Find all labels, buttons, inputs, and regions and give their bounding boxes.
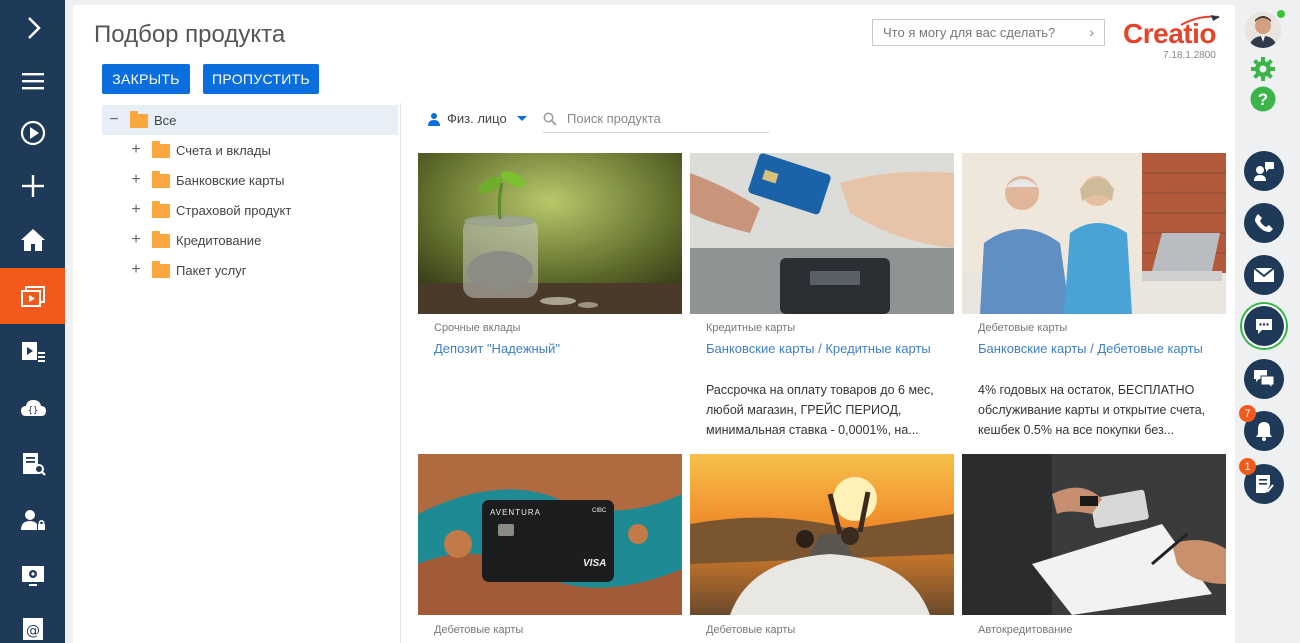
tree-item-lending[interactable]: + Кредитование xyxy=(102,225,398,255)
client-type-dropdown[interactable]: Физ. лицо xyxy=(427,111,527,126)
product-search-input[interactable]: Поиск продукта xyxy=(543,111,769,133)
search-icon xyxy=(543,112,557,126)
skip-button[interactable]: ПРОПУСТИТЬ xyxy=(203,64,319,94)
gear-icon[interactable] xyxy=(1250,56,1276,87)
folder-icon xyxy=(152,201,170,218)
tree-item-bank-cards[interactable]: + Банковские карты xyxy=(102,165,398,195)
collapse-icon[interactable]: − xyxy=(108,112,120,128)
card-network-label: VISA xyxy=(583,558,607,569)
product-card[interactable]: Автокредитование xyxy=(962,454,1226,643)
play-icon[interactable] xyxy=(0,105,65,161)
creatio-logo: Creatio xyxy=(1123,15,1220,50)
notifications-badge: 7 xyxy=(1239,405,1256,422)
right-bar: ? 7 1 xyxy=(1237,0,1300,643)
logo-swoosh-icon xyxy=(1180,15,1220,26)
expand-nav-icon[interactable] xyxy=(0,0,65,56)
help-icon[interactable]: ? xyxy=(1250,86,1276,117)
product-image xyxy=(690,454,954,615)
tree-item-label: Счета и вклады xyxy=(176,142,271,158)
tree-item-label: Страховой продукт xyxy=(176,202,292,218)
online-status-indicator xyxy=(1277,10,1285,18)
folder-icon xyxy=(152,231,170,248)
close-button[interactable]: ЗАКРЫТЬ xyxy=(102,64,190,94)
person-icon xyxy=(428,112,440,126)
page-title: Подбор продукта xyxy=(94,21,286,48)
tasks-badge: 1 xyxy=(1239,458,1256,475)
version-label: 7.18.1.2800 xyxy=(1163,50,1216,61)
product-category: Кредитные карты xyxy=(706,322,796,334)
chevron-right-icon[interactable]: › xyxy=(1089,24,1094,40)
expand-icon[interactable]: + xyxy=(130,232,142,248)
search-placeholder: Поиск продукта xyxy=(567,111,661,126)
card-brand-label: AVENTURA xyxy=(490,508,541,517)
svg-text:@: @ xyxy=(26,623,40,639)
expand-icon[interactable]: + xyxy=(130,172,142,188)
svg-text:{}: {} xyxy=(27,406,38,416)
product-description: Рассрочка на оплату товаров до 6 мес, лю… xyxy=(706,383,934,437)
document-search-icon[interactable] xyxy=(0,436,65,492)
mail-icon[interactable] xyxy=(1244,255,1284,295)
product-description: 4% годовых на остаток, БЕСПЛАТНО обслужи… xyxy=(978,383,1206,437)
user-avatar[interactable] xyxy=(1245,12,1281,48)
expand-icon[interactable]: + xyxy=(130,202,142,218)
menu-icon[interactable] xyxy=(0,53,65,109)
card-bank-label: CIBC xyxy=(592,508,607,514)
product-card[interactable]: Кредитные карты Банковские карты / Креди… xyxy=(690,153,954,443)
product-category: Срочные вклады xyxy=(434,322,521,334)
tree-item-label: Кредитование xyxy=(176,232,262,248)
tree-item-accounts[interactable]: + Счета и вклады xyxy=(102,135,398,165)
product-card[interactable]: Дебетовые карты Банковские карты / Дебет… xyxy=(962,153,1226,443)
product-card[interactable]: Дебетовые карты xyxy=(690,454,954,643)
video-list-icon[interactable] xyxy=(0,324,65,380)
left-nav: {} @ xyxy=(0,0,65,643)
add-icon[interactable] xyxy=(0,158,65,214)
product-image xyxy=(418,153,682,314)
product-image xyxy=(962,153,1226,314)
folder-icon xyxy=(152,171,170,188)
svg-text:?: ? xyxy=(1258,90,1268,109)
phone-icon[interactable] xyxy=(1244,203,1284,243)
expand-icon[interactable]: + xyxy=(130,262,142,278)
tree-item-insurance[interactable]: + Страховой продукт xyxy=(102,195,398,225)
product-name-link[interactable]: Банковские карты / Кредитные карты xyxy=(706,340,938,358)
command-line-input[interactable]: Что я могу для вас сделать? › xyxy=(872,19,1105,46)
product-image xyxy=(418,454,682,615)
caret-down-icon xyxy=(516,116,527,121)
email-icon[interactable]: @ xyxy=(0,600,65,643)
product-name-link[interactable]: Банковские карты / Дебетовые карты xyxy=(978,340,1210,358)
product-card[interactable]: AVENTURA CIBC VISA Дебетовые карты xyxy=(418,454,682,643)
product-image xyxy=(962,454,1226,615)
product-card[interactable]: Срочные вклады Депозит "Надежный" xyxy=(418,153,682,443)
client-type-label: Физ. лицо xyxy=(447,111,507,126)
tree-item-label: Пакет услуг xyxy=(176,262,247,278)
product-category: Дебетовые карты xyxy=(434,624,524,636)
product-category: Дебетовые карты xyxy=(706,624,796,636)
chat-icon[interactable] xyxy=(1244,306,1284,346)
product-image xyxy=(690,153,954,314)
category-tree: − Все + Счета и вклады + Банковские карт… xyxy=(102,105,398,285)
command-line-placeholder: Что я могу для вас сделать? xyxy=(883,25,1056,40)
system-settings-icon[interactable] xyxy=(0,548,65,604)
tree-item-service-package[interactable]: + Пакет услуг xyxy=(102,255,398,285)
cloud-code-icon[interactable]: {} xyxy=(0,380,65,436)
agent-chat-icon[interactable] xyxy=(1244,151,1284,191)
user-lock-icon[interactable] xyxy=(0,492,65,548)
expand-icon[interactable]: + xyxy=(130,142,142,158)
main-panel: Подбор продукта ЗАКРЫТЬ ПРОПУСТИТЬ Что я… xyxy=(73,5,1235,643)
tree-item-label: Все xyxy=(154,112,177,128)
folder-icon xyxy=(152,261,170,278)
home-icon[interactable] xyxy=(0,212,65,268)
product-category: Автокредитование xyxy=(978,624,1073,636)
folder-icon xyxy=(152,141,170,158)
products-icon[interactable] xyxy=(0,268,65,324)
folder-icon xyxy=(130,111,148,128)
tree-item-label: Банковские карты xyxy=(176,172,285,188)
divider xyxy=(400,103,401,643)
messages-icon[interactable] xyxy=(1244,359,1284,399)
product-name-link[interactable]: Депозит "Надежный" xyxy=(434,340,666,358)
tree-item-all[interactable]: − Все xyxy=(102,105,398,135)
product-category: Дебетовые карты xyxy=(978,322,1068,334)
